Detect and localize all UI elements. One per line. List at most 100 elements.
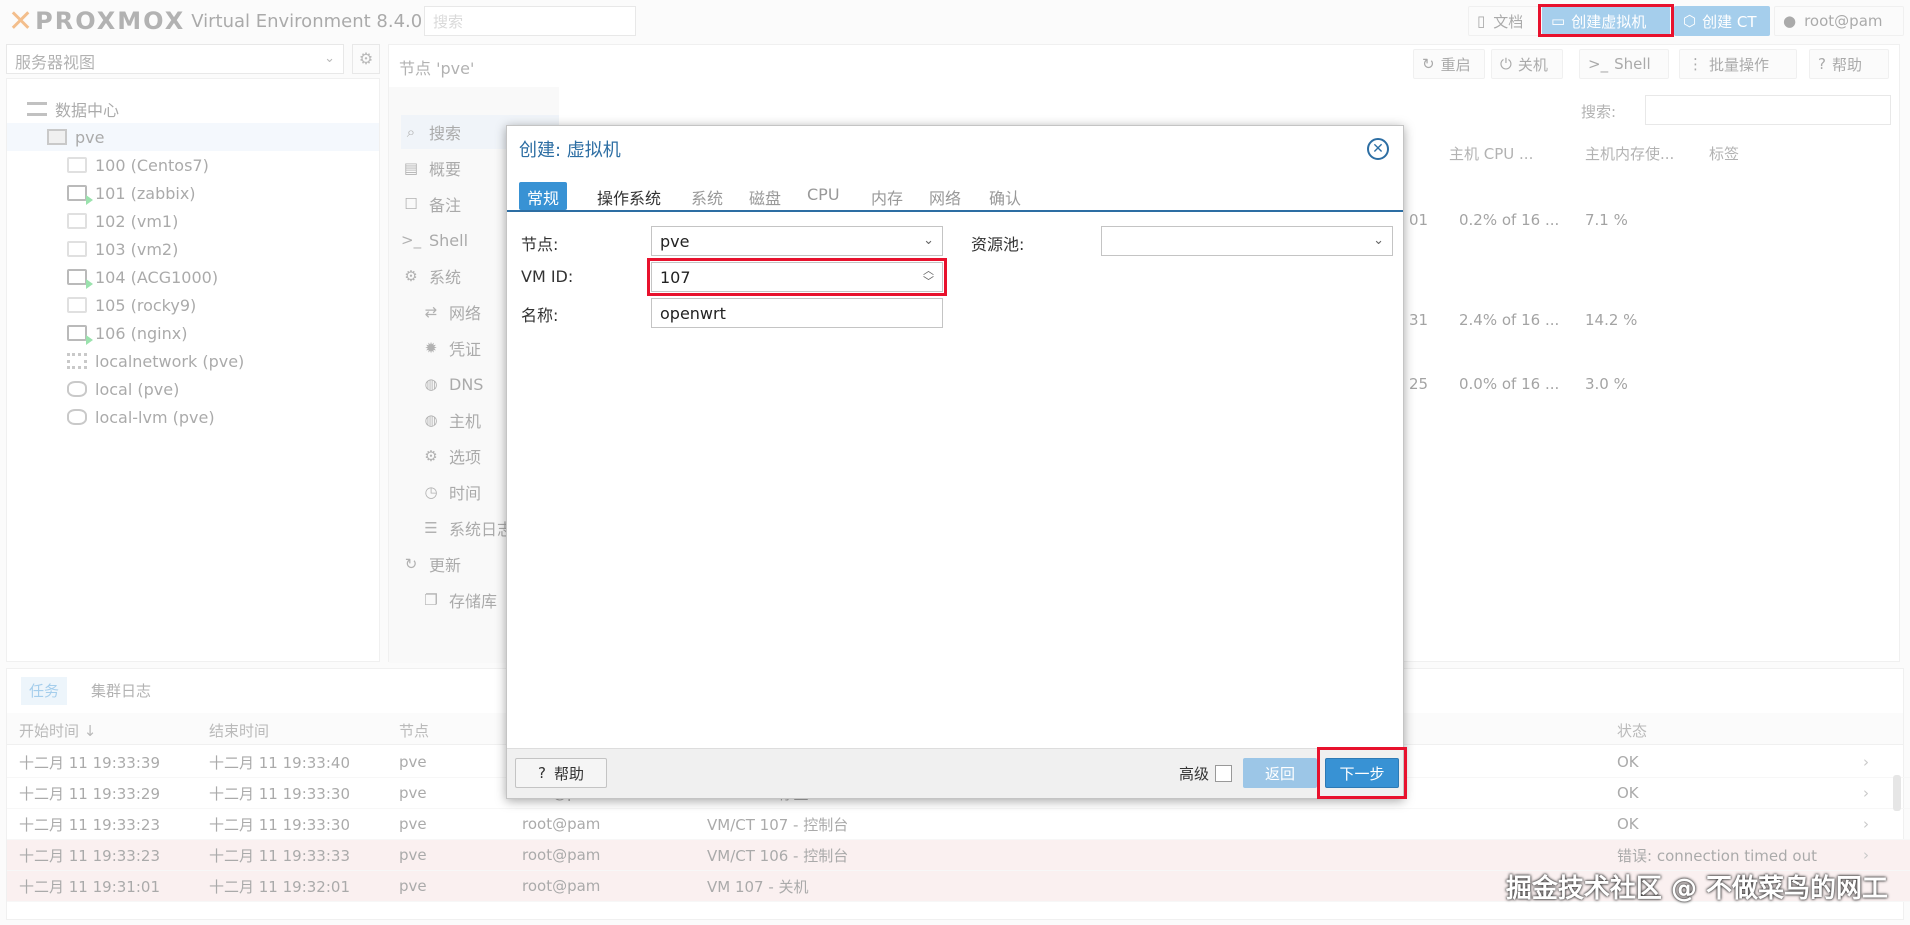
create-vm-highlight <box>1538 4 1674 37</box>
tab-os[interactable]: 操作系统 <box>589 182 669 210</box>
shell-button[interactable]: >_ Shell <box>1579 49 1669 79</box>
tree-item-vm-106[interactable]: 106 (nginx) <box>7 319 379 347</box>
nav-dns[interactable]: ◍ DNS <box>421 367 483 401</box>
user-label: root@pam <box>1804 12 1883 30</box>
col-start-header[interactable]: 开始时间 ↓ <box>19 720 96 741</box>
close-icon[interactable]: ✕ <box>1367 138 1389 160</box>
nav-shell[interactable]: >_ Shell <box>401 223 468 257</box>
name-input[interactable]: openwrt <box>651 298 943 328</box>
help-button[interactable]: ? 帮助 <box>1809 49 1889 79</box>
tab-network[interactable]: 网络 <box>921 182 969 210</box>
tab-system[interactable]: 系统 <box>683 182 731 210</box>
grid-uptime: 31 <box>1409 311 1429 329</box>
grid-search-input[interactable] <box>1645 95 1891 125</box>
help-icon: ? <box>1818 55 1826 73</box>
view-select[interactable]: 服务器视图 ⌄ <box>6 44 344 74</box>
bulk-actions-button[interactable]: ⋮ 批量操作 <box>1679 49 1797 79</box>
tree-label: 106 (nginx) <box>95 323 188 343</box>
table-row-error[interactable]: 十二月 11 19:33:23 十二月 11 19:33:33 pve root… <box>7 840 1910 871</box>
tree-item-vm-103[interactable]: 103 (vm2) <box>7 235 379 263</box>
nav-notes[interactable]: ☐ 备注 <box>401 187 461 221</box>
storage-icon <box>67 381 87 397</box>
col-end-header[interactable]: 结束时间 <box>209 720 269 741</box>
gear-icon[interactable]: ⚙ <box>352 44 380 74</box>
clock-icon: ◷ <box>424 483 438 501</box>
nav-system[interactable]: ⚙ 系统 <box>401 259 461 293</box>
nav-label: 网络 <box>449 304 482 323</box>
task-node: pve <box>399 753 427 771</box>
create-ct-button[interactable]: ⬡ 创建 CT <box>1674 6 1770 36</box>
globe-icon: ◍ <box>424 375 438 393</box>
tab-general[interactable]: 常规 <box>519 182 568 210</box>
task-end: 十二月 11 19:33:40 <box>209 753 350 772</box>
nav-summary[interactable]: ▤ 概要 <box>401 151 461 185</box>
back-button[interactable]: 返回 <box>1243 758 1317 788</box>
advanced-toggle[interactable]: 高级 <box>1179 763 1233 784</box>
col-cpu-header[interactable]: 主机 CPU ... <box>1449 143 1533 164</box>
tree-label: pve <box>75 127 105 147</box>
tree-item-vm-100[interactable]: 100 (Centos7) <box>7 151 379 179</box>
tree-item-vm-101[interactable]: 101 (zabbix) <box>7 179 379 207</box>
nav-repositories[interactable]: ❐ 存储库 <box>421 583 497 617</box>
tree-item-localnetwork[interactable]: localnetwork (pve) <box>7 347 379 375</box>
tree-item-pve[interactable]: pve <box>7 123 379 151</box>
tree-item-vm-104[interactable]: 104 (ACG1000) <box>7 263 379 291</box>
scrollbar-thumb[interactable] <box>1893 775 1901 811</box>
chevron-right-icon[interactable]: › <box>1863 753 1869 771</box>
tree-item-vm-102[interactable]: 102 (vm1) <box>7 207 379 235</box>
dialog-title: 创建: 虚拟机 <box>519 140 621 161</box>
chevron-right-icon[interactable]: › <box>1863 784 1869 802</box>
node-select[interactable]: pve ⌄ <box>651 226 943 256</box>
task-user: root@pam <box>522 877 601 895</box>
tree-item-local-lvm[interactable]: local-lvm (pve) <box>7 403 379 431</box>
task-node: pve <box>399 815 427 833</box>
chevron-right-icon[interactable]: › <box>1863 815 1869 833</box>
globe-icon: ◍ <box>424 411 438 429</box>
help-label: 帮助 <box>553 764 584 783</box>
col-node-header[interactable]: 节点 <box>399 720 429 741</box>
nav-label: 主机 <box>449 412 482 431</box>
tree-item-vm-105[interactable]: 105 (rocky9) <box>7 291 379 319</box>
nav-label: Shell <box>429 230 469 250</box>
pool-label: 资源池: <box>971 235 1025 254</box>
col-mem-header[interactable]: 主机内存使... <box>1585 143 1674 164</box>
book-icon: ▯ <box>1477 12 1486 30</box>
user-menu-button[interactable]: ● root@pam <box>1774 6 1904 36</box>
nav-label: 概要 <box>429 160 462 179</box>
nav-hosts[interactable]: ◍ 主机 <box>421 403 481 437</box>
col-status-header[interactable]: 状态 <box>1617 720 1647 741</box>
tab-tasks[interactable]: 任务 <box>21 677 68 705</box>
gear-icon: ⚙ <box>424 447 438 465</box>
tab-cpu[interactable]: CPU <box>799 182 848 210</box>
col-tags-header[interactable]: 标签 <box>1709 143 1739 164</box>
tree-item-local[interactable]: local (pve) <box>7 375 379 403</box>
table-row[interactable]: 十二月 11 19:33:23 十二月 11 19:33:30 pve root… <box>7 809 1910 840</box>
restart-icon: ↻ <box>1422 55 1435 73</box>
nav-updates[interactable]: ↻ 更新 <box>401 547 461 581</box>
nav-time[interactable]: ◷ 时间 <box>421 475 481 509</box>
gears-icon: ⚙ <box>404 267 418 285</box>
nav-options[interactable]: ⚙ 选项 <box>421 439 481 473</box>
shutdown-button[interactable]: ⏻ 关机 <box>1491 49 1563 79</box>
docs-button[interactable]: ▯ 文档 <box>1468 6 1540 36</box>
grid-cpu: 0.0% of 16 ... <box>1459 375 1560 393</box>
tab-disk[interactable]: 磁盘 <box>741 182 789 210</box>
nav-syslog[interactable]: ☰ 系统日志 <box>421 511 513 545</box>
help-button[interactable]: ? 帮助 <box>515 758 607 788</box>
top-search-input[interactable]: 搜索 <box>424 6 636 36</box>
tree-item-datacenter[interactable]: 数据中心 <box>7 95 379 123</box>
product-version: Virtual Environment 8.4.0 <box>191 10 423 32</box>
vm-stopped-icon <box>67 297 87 313</box>
nav-certificates[interactable]: ✹ 凭证 <box>421 331 481 365</box>
ellipsis-icon: ⋮ <box>1688 55 1703 73</box>
chevron-right-icon[interactable]: › <box>1863 846 1869 864</box>
tab-memory[interactable]: 内存 <box>863 182 911 210</box>
name-value: openwrt <box>660 303 726 323</box>
tab-confirm[interactable]: 确认 <box>981 182 1029 210</box>
advanced-checkbox[interactable] <box>1215 765 1233 782</box>
pool-select[interactable]: ⌄ <box>1101 226 1393 256</box>
nav-network[interactable]: ⇄ 网络 <box>421 295 481 329</box>
logo-text: PROXMOX <box>35 7 186 35</box>
restart-button[interactable]: ↻ 重启 <box>1413 49 1485 79</box>
tab-cluster-log[interactable]: 集群日志 <box>91 680 151 701</box>
